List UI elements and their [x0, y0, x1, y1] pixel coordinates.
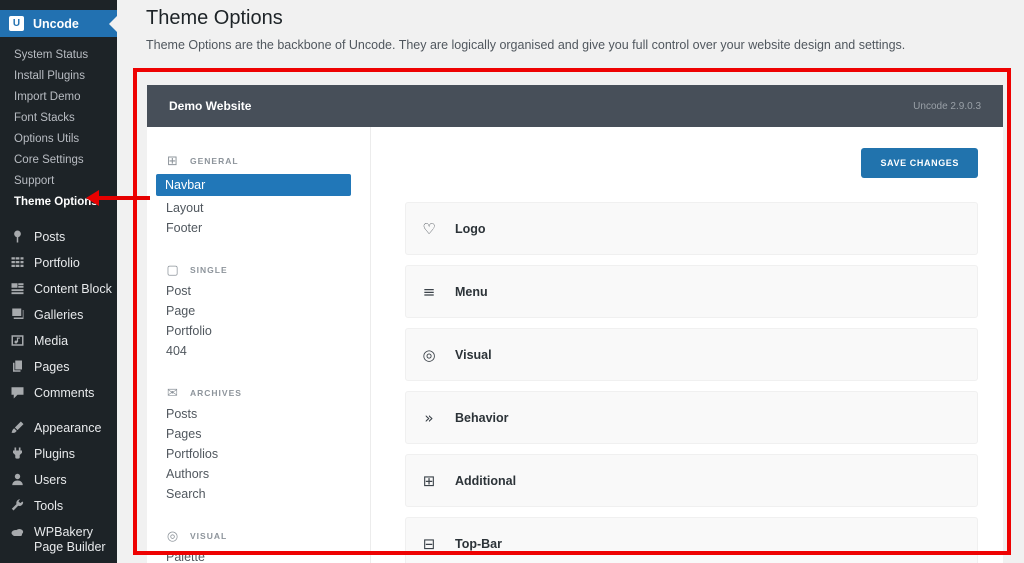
sidebar-item-portfolio[interactable]: Portfolio [0, 250, 117, 276]
sidebar-item-media[interactable]: Media [0, 328, 117, 354]
nav-item-portfolio[interactable]: Portfolio [165, 321, 370, 341]
section-logo[interactable]: ♡ Logo [405, 202, 978, 255]
sidebar-item-users[interactable]: Users [0, 467, 117, 493]
uncode-brand-label: Uncode [33, 16, 79, 31]
annotation-red-arrow [86, 190, 152, 207]
nav-group-header: ▢ SINGLE [166, 262, 228, 278]
section-additional[interactable]: ⊞ Additional [405, 454, 978, 507]
plug-icon [10, 446, 25, 461]
nav-group-header: ⊞ GENERAL [165, 150, 370, 172]
grid-icon [10, 255, 25, 270]
nav-item-authors-archive[interactable]: Authors [165, 464, 370, 484]
active-menu-notch [109, 15, 117, 32]
user-icon [10, 472, 25, 487]
sidebar-item-pages[interactable]: Pages [0, 354, 117, 380]
nav-item-navbar[interactable]: Navbar [156, 174, 351, 196]
sidebar-item-plugins[interactable]: Plugins [0, 441, 117, 467]
save-row: SAVE CHANGES [405, 148, 978, 178]
panel-header: Demo Website Uncode 2.9.0.3 [147, 85, 1003, 127]
panel-body: ⊞ GENERAL Navbar Layout Footer ▢ SINGLE … [147, 127, 1003, 563]
nav-group-general: ⊞ GENERAL Navbar Layout Footer [156, 150, 370, 238]
topbar-icon: ⊟ [422, 534, 436, 553]
section-behavior[interactable]: » Behavior [405, 391, 978, 444]
menu-separator [0, 406, 117, 415]
theme-options-panel: Demo Website Uncode 2.9.0.3 ⊞ GENERAL Na… [147, 85, 1003, 563]
sidebar-item-options-utils[interactable]: Options Utils [0, 129, 117, 150]
sidebar-item-support[interactable]: Support [0, 171, 117, 192]
page-title: Theme Options [146, 7, 283, 29]
page-description: Theme Options are the backbone of Uncode… [146, 38, 906, 52]
comment-icon [10, 385, 25, 400]
uncode-logo-icon: U [9, 16, 24, 31]
pushpin-icon [10, 229, 25, 244]
nav-item-404[interactable]: 404 [165, 341, 370, 361]
nav-group-header: ✉ ARCHIVES [165, 382, 370, 404]
pages-icon [10, 359, 25, 374]
hamburger-icon: ≡ [422, 282, 436, 301]
version-label: Uncode 2.9.0.3 [913, 100, 981, 112]
envelope-icon: ✉ [167, 385, 178, 401]
gallery-icon [10, 307, 25, 322]
nav-item-portfolios-archive[interactable]: Portfolios [165, 444, 370, 464]
nav-item-search-archive[interactable]: Search [165, 484, 370, 504]
layout-icon: ⊞ [167, 153, 178, 169]
sidebar-item-import-demo[interactable]: Import Demo [0, 87, 117, 108]
sidebar-item-appearance[interactable]: Appearance [0, 415, 117, 441]
sidebar-item-galleries[interactable]: Galleries [0, 302, 117, 328]
eye-icon: ◎ [422, 345, 436, 364]
brush-icon [10, 420, 25, 435]
cloud-icon [10, 524, 25, 539]
sidebar-item-system-status[interactable]: System Status [0, 45, 117, 66]
plus-square-icon: ⊞ [422, 471, 436, 490]
document-icon: ▢ [166, 262, 179, 278]
options-main: SAVE CHANGES ♡ Logo ≡ Menu ◎ Visual » Be… [371, 127, 1003, 563]
nav-item-footer[interactable]: Footer [165, 218, 370, 238]
sidebar-item-font-stacks[interactable]: Font Stacks [0, 108, 117, 129]
section-visual[interactable]: ◎ Visual [405, 328, 978, 381]
wrench-icon [10, 498, 25, 513]
nav-item-layout[interactable]: Layout [165, 198, 370, 218]
section-top-bar[interactable]: ⊟ Top-Bar [405, 517, 978, 563]
admin-sidebar: U Uncode System Status Install Plugins I… [0, 0, 117, 563]
admin-main-menu: Posts Portfolio Content Block Galleries … [0, 224, 117, 563]
sidebar-item-content-block[interactable]: Content Block [0, 276, 117, 302]
site-title: Demo Website [169, 99, 252, 113]
nav-item-pages-archive[interactable]: Pages [165, 424, 370, 444]
eye-icon: ◎ [166, 528, 179, 544]
nav-item-page[interactable]: Page [165, 301, 370, 321]
nav-group-visual: ◎ VISUAL Palette [165, 525, 370, 563]
nav-group-archives: ✉ ARCHIVES Posts Pages Portfolios Author… [165, 382, 370, 504]
blocks-icon [10, 281, 25, 296]
media-icon [10, 333, 25, 348]
sidebar-item-core-settings[interactable]: Core Settings [0, 150, 117, 171]
sidebar-item-comments[interactable]: Comments [0, 380, 117, 406]
nav-item-post[interactable]: Post [165, 281, 370, 301]
sidebar-item-install-plugins[interactable]: Install Plugins [0, 66, 117, 87]
screen: U Uncode System Status Install Plugins I… [0, 0, 1024, 563]
options-nav: ⊞ GENERAL Navbar Layout Footer ▢ SINGLE … [147, 127, 371, 563]
save-changes-button[interactable]: SAVE CHANGES [861, 148, 978, 178]
sidebar-item-posts[interactable]: Posts [0, 224, 117, 250]
nav-item-posts-archive[interactable]: Posts [165, 404, 370, 424]
section-menu[interactable]: ≡ Menu [405, 265, 978, 318]
nav-item-palette[interactable]: Palette [165, 547, 370, 563]
sidebar-item-uncode[interactable]: U Uncode [0, 10, 117, 37]
nav-group-header: ◎ VISUAL [166, 528, 228, 544]
sidebar-item-wpbakery[interactable]: WPBakery Page Builder [0, 519, 117, 560]
sidebar-item-tools[interactable]: Tools [0, 493, 117, 519]
double-chevron-icon: » [424, 408, 434, 427]
nav-group-single: ▢ SINGLE Post Page Portfolio 404 [165, 259, 370, 361]
heart-icon: ♡ [422, 219, 436, 238]
